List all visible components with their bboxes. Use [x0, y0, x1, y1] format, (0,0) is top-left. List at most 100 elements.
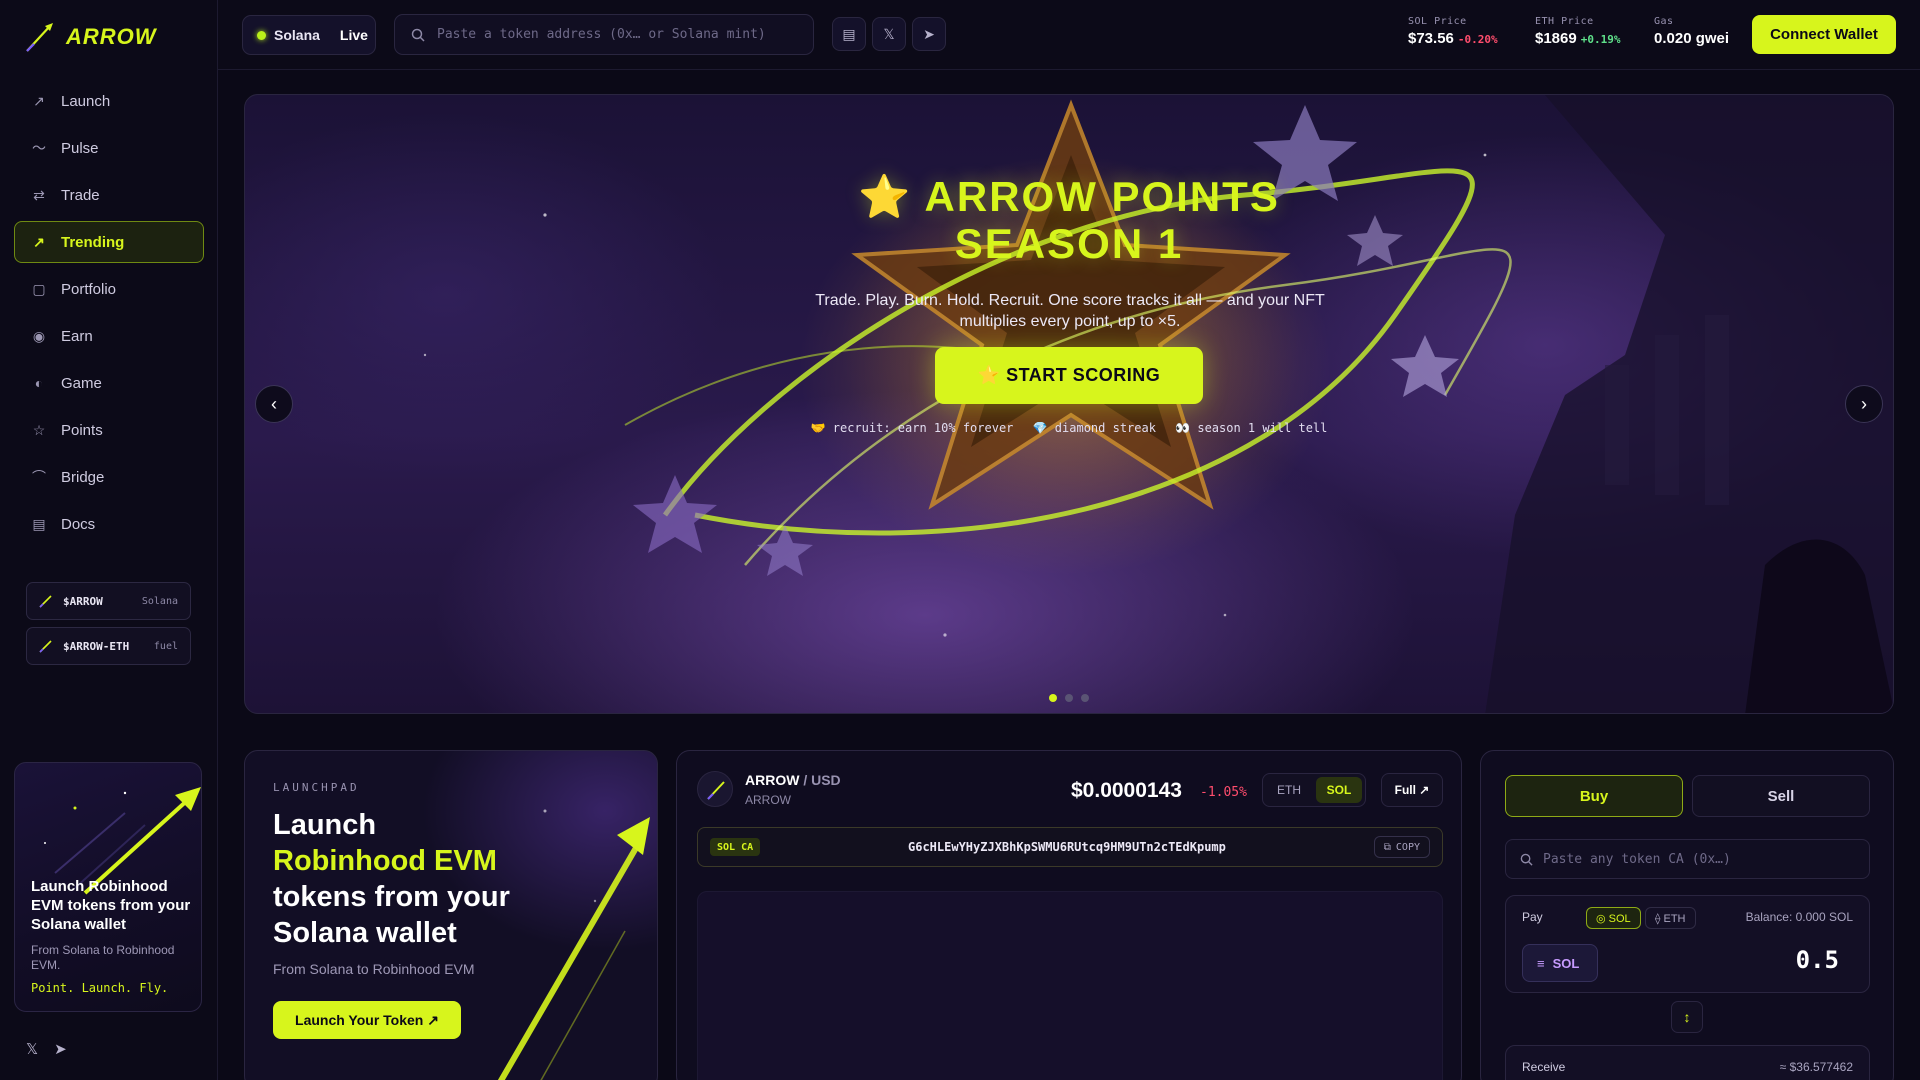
x-button[interactable]: 𝕏: [872, 17, 906, 51]
swap-card: Buy Sell Paste any token CA (0x…) Pay ◎ …: [1480, 750, 1894, 1080]
bridge-icon: ⌒: [32, 469, 46, 485]
sidebar-item-docs[interactable]: ▤ Docs: [14, 503, 204, 545]
sidebar-item-label: Points: [61, 421, 103, 439]
carousel-next-button[interactable]: ›: [1845, 385, 1883, 423]
sidebar-item-label: Pulse: [61, 139, 99, 157]
token-price: $0.0000143: [1071, 779, 1182, 802]
token-chip-arrow[interactable]: $ARROW Solana: [26, 582, 191, 620]
network-selector[interactable]: Solana Live: [242, 15, 376, 55]
swap-direction-button[interactable]: ↕: [1671, 1001, 1703, 1033]
launch-your-token-button[interactable]: Launch Your Token ↗: [273, 1001, 461, 1039]
top-bar: Solana Live Paste a token address (0x… o…: [218, 0, 1920, 70]
brand-logo[interactable]: ARROW: [24, 20, 157, 54]
pay-label: Pay: [1522, 910, 1543, 924]
social-links: 𝕏 ➤: [26, 1040, 67, 1058]
sidebar-item-label: Bridge: [61, 468, 105, 486]
sidebar-item-pulse[interactable]: 〜 Pulse: [14, 127, 204, 169]
live-status-dot: [257, 30, 266, 40]
sidebar-item-trade[interactable]: ⇄ Trade: [14, 174, 204, 216]
sell-tab[interactable]: Sell: [1692, 775, 1870, 817]
telegram-button[interactable]: ➤: [912, 17, 946, 51]
contract-address: G6cHLEwYHyZJXBhKpSWMU6RUtcq9HM9UTn2cTEdK…: [908, 840, 1226, 854]
receive-value: ≈ $36.577462: [1779, 1060, 1853, 1074]
copy-address-button[interactable]: ⧉ COPY: [1373, 836, 1430, 858]
arrow-logo-icon: [39, 595, 52, 608]
sidebar-item-game[interactable]: ◐ Game: [14, 362, 204, 404]
ca-input-placeholder: Paste any token CA (0x…): [1543, 851, 1731, 867]
eth-price-stat: ETH Price $1869 +0.19%: [1535, 16, 1620, 47]
sidebar-item-bridge[interactable]: ⌒ Bridge: [14, 456, 204, 498]
briefcase-icon: ▢: [32, 280, 46, 297]
token-ca-input[interactable]: Paste any token CA (0x…): [1505, 839, 1870, 879]
chain-option-sol[interactable]: SOL: [1316, 777, 1362, 803]
document-icon: ▤: [32, 515, 46, 532]
stat-value: $1869: [1535, 30, 1577, 47]
promo-title: Launch Robinhood EVM tokens from your So…: [31, 878, 191, 933]
pair-base: ARROW: [745, 772, 800, 788]
launchpad-heading-line1: Launch: [273, 809, 377, 841]
contract-address-row: SOL CA G6cHLEwYHyZJXBhKpSWMU6RUtcq9HM9UT…: [697, 827, 1443, 867]
stat-change: +0.19%: [1580, 33, 1621, 46]
market-card: ARROW / USD ARROW $0.0000143 -1.05% ETH …: [676, 750, 1462, 1080]
sidebar-item-label: Trade: [61, 186, 100, 204]
stat-label: Gas: [1654, 16, 1674, 27]
carousel-dot[interactable]: [1049, 694, 1057, 702]
token-chip-arrow-eth[interactable]: $ARROW-ETH fuel: [26, 627, 191, 665]
stat-value: $73.56: [1408, 30, 1454, 47]
launchpad-heading-highlight: Robinhood EVM: [273, 845, 497, 877]
hero-subtitle: Trade. Play. Burn. Hold. Recruit. One sc…: [815, 292, 1325, 330]
sidebar-item-points[interactable]: ☆ Points: [14, 409, 204, 451]
receive-panel: Receive ≈ $36.577462: [1505, 1045, 1870, 1080]
pay-amount-input[interactable]: 0.5: [1796, 946, 1839, 974]
telegram-icon: ➤: [923, 25, 935, 42]
arrow-logo-icon: [26, 23, 53, 52]
pair-quote: / USD: [803, 772, 841, 788]
telegram-icon[interactable]: ➤: [54, 1040, 67, 1058]
sidebar-item-label: Docs: [61, 515, 96, 533]
connect-wallet-button[interactable]: Connect Wallet: [1752, 15, 1896, 54]
docs-button[interactable]: ▤: [832, 17, 866, 51]
sol-price-stat: SOL Price $73.56 -0.20%: [1408, 16, 1498, 47]
promo-card[interactable]: Launch Robinhood EVM tokens from your So…: [14, 762, 202, 1012]
sidebar-nav: ↗ Launch 〜 Pulse ⇄ Trade ↗ Trending ▢ Po…: [14, 80, 204, 550]
search-icon: [1520, 853, 1533, 866]
hero-title-line2: SEASON 1: [954, 220, 1184, 267]
carousel-dots: [1049, 694, 1089, 702]
pay-token-selector[interactable]: ≡ SOL: [1522, 944, 1598, 982]
sidebar-item-portfolio[interactable]: ▢ Portfolio: [14, 268, 204, 310]
sidebar-item-launch[interactable]: ↗ Launch: [14, 80, 204, 122]
carousel-prev-button[interactable]: ‹: [255, 385, 293, 423]
launchpad-subtitle: From Solana to Robinhood EVM: [273, 961, 475, 977]
pay-currency-eth[interactable]: ⟠ ETH: [1645, 907, 1696, 929]
pay-currency-sol[interactable]: ◎ SOL: [1586, 907, 1641, 929]
swap-icon: ⇄: [33, 186, 45, 203]
pay-panel: Pay ◎ SOL ⟠ ETH Balance: 0.000 SOL ≡ SOL…: [1505, 895, 1870, 993]
fullscreen-chart-button[interactable]: Full ↗: [1381, 773, 1443, 807]
chain-option-eth[interactable]: ETH: [1266, 777, 1312, 803]
pay-token-symbol: SOL: [1552, 955, 1580, 971]
sidebar: ARROW ↗ Launch 〜 Pulse ⇄ Trade ↗ Trendin…: [0, 0, 218, 1080]
token-network: fuel: [153, 640, 178, 652]
chevron-right-icon: ›: [1861, 393, 1867, 414]
ca-badge: SOL CA: [710, 838, 761, 856]
sidebar-item-label: Portfolio: [61, 280, 117, 298]
hero-title-line1: ⭐ ARROW POINTS: [858, 173, 1280, 220]
launchpad-kicker: LAUNCHPAD: [273, 781, 360, 794]
token-search-input[interactable]: Paste a token address (0x… or Solana min…: [394, 14, 814, 55]
hero-tag: 💎 diamond streak: [1032, 421, 1156, 435]
stat-change: -0.20%: [1457, 33, 1498, 46]
carousel-dot[interactable]: [1081, 694, 1089, 702]
buy-tab[interactable]: Buy: [1505, 775, 1683, 817]
hero-title: ⭐ ARROW POINTS SEASON 1: [245, 173, 1893, 267]
token-name: $ARROW: [63, 594, 103, 608]
x-icon[interactable]: 𝕏: [26, 1040, 38, 1058]
pulse-icon: 〜: [32, 140, 46, 156]
token-name: $ARROW-ETH: [63, 639, 130, 653]
sidebar-item-trending[interactable]: ↗ Trending: [14, 221, 204, 263]
start-scoring-button[interactable]: ⭐ START SCORING: [935, 347, 1203, 404]
document-icon: ▤: [842, 25, 856, 42]
price-chart[interactable]: [697, 891, 1443, 1080]
carousel-dot[interactable]: [1065, 694, 1073, 702]
gamepad-icon: ◐: [34, 375, 44, 391]
sidebar-item-earn[interactable]: ◉ Earn: [14, 315, 204, 357]
